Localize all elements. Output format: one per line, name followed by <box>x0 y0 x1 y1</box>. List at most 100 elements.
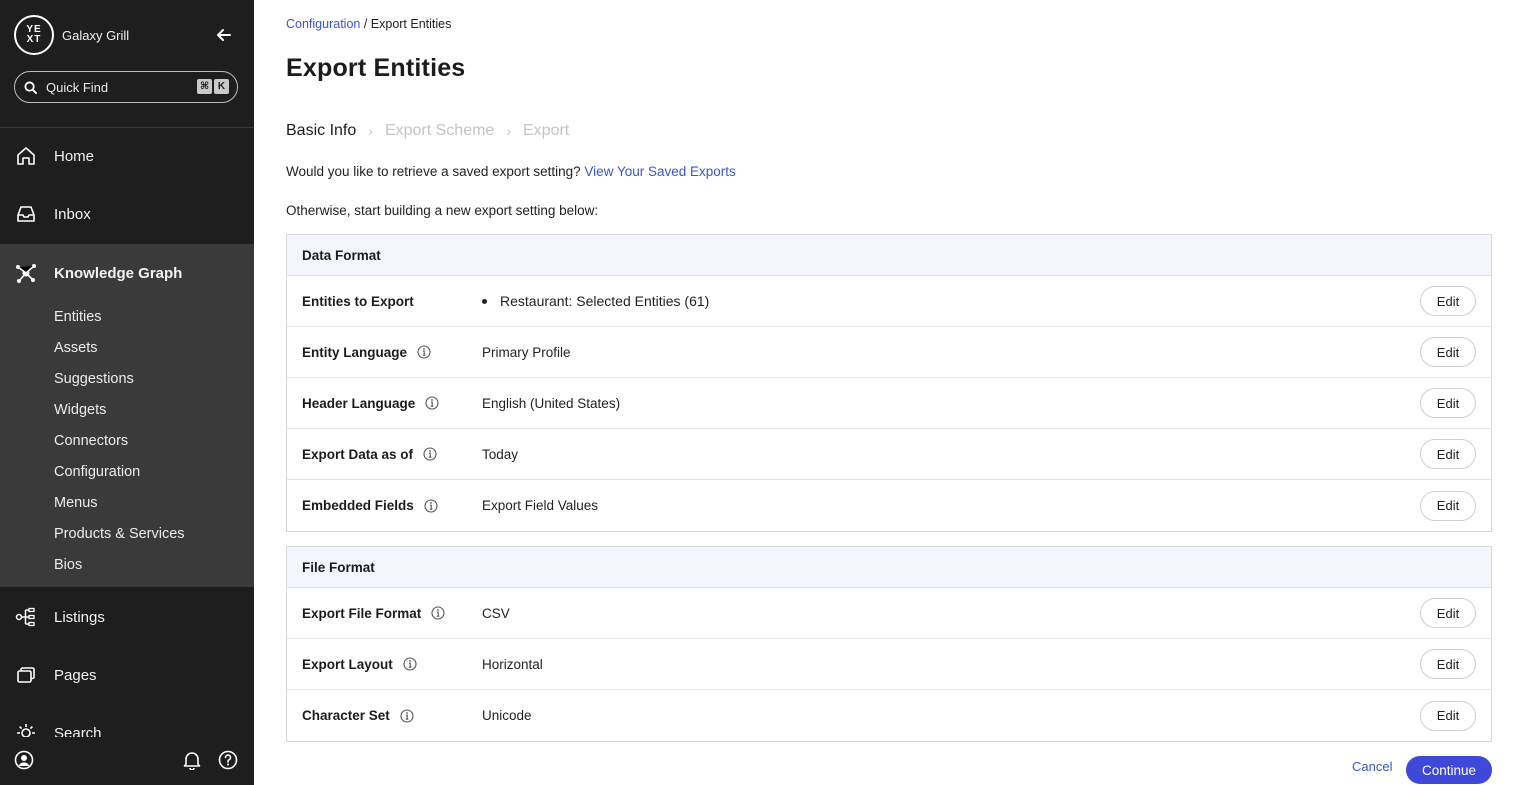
setting-label: Export Layout <box>302 657 417 672</box>
breadcrumb-current: Export Entities <box>370 17 452 31</box>
setting-row: Header Language English (United States) … <box>287 378 1491 429</box>
info-icon[interactable] <box>417 345 431 359</box>
panel-title: File Format <box>287 547 1491 588</box>
info-icon[interactable] <box>400 708 414 723</box>
edit-character-set-button[interactable]: Edit <box>1420 700 1476 731</box>
edit-export-date-button[interactable]: Edit <box>1420 439 1476 469</box>
account-icon[interactable] <box>13 749 35 771</box>
nav-item-listings[interactable]: Listings <box>0 588 254 646</box>
nav-item-pages[interactable]: Pages <box>0 646 254 704</box>
file-format-panel: File Format Export File Format CSV Edit … <box>286 546 1492 742</box>
home-icon <box>15 145 37 167</box>
nav-label-knowledge-graph: Knowledge Graph <box>54 264 183 282</box>
yext-logo[interactable]: YE XT <box>14 15 54 55</box>
setting-value: Restaurant: Selected Entities (61) <box>482 293 709 309</box>
retrieve-text: Would you like to retrieve a saved expor… <box>286 164 585 179</box>
view-saved-exports-link[interactable]: View Your Saved Exports <box>584 164 735 179</box>
setting-label: Embedded Fields <box>302 498 438 513</box>
help-icon[interactable] <box>217 749 239 771</box>
edit-entity-language-button[interactable]: Edit <box>1420 337 1476 367</box>
new-export-prompt: Otherwise, start building a new export s… <box>286 203 599 218</box>
info-icon[interactable] <box>431 606 445 620</box>
setting-label: Export File Format <box>302 606 445 621</box>
setting-value: English (United States) <box>482 395 621 411</box>
setting-row: Export Layout Horizontal Edit <box>287 639 1491 690</box>
nav-item-home[interactable]: Home <box>0 127 254 185</box>
edit-entities-button[interactable]: Edit <box>1420 286 1476 316</box>
nav-label-pages: Pages <box>54 666 97 684</box>
setting-label-text: Export Data as of <box>302 446 414 462</box>
sub-item-widgets[interactable]: Widgets <box>54 400 106 420</box>
setting-label: Character Set <box>302 708 414 723</box>
setting-value: Today <box>482 446 519 462</box>
arrow-left-icon <box>217 29 231 41</box>
setting-label: Entities to Export <box>302 294 414 309</box>
info-icon[interactable] <box>423 447 437 461</box>
setting-row: Entities to Export Restaurant: Selected … <box>287 276 1491 327</box>
sub-item-bios[interactable]: Bios <box>54 555 82 575</box>
edit-embedded-fields-button[interactable]: Edit <box>1420 490 1476 521</box>
setting-label: Export Data as of <box>302 447 437 462</box>
step-basic-info: Basic Info <box>286 122 357 139</box>
nav-label-listings: Listings <box>54 608 105 626</box>
breadcrumb: Configuration / Export Entities <box>286 17 451 31</box>
retrieve-prompt: Would you like to retrieve a saved expor… <box>286 164 736 179</box>
breadcrumb-separator: / <box>360 17 371 31</box>
sub-item-configuration[interactable]: Configuration <box>54 462 140 482</box>
setting-row: Character Set Unicode Edit <box>287 690 1491 741</box>
nav-label-inbox: Inbox <box>54 205 91 223</box>
setting-value: Unicode <box>482 708 532 723</box>
edit-export-layout-button[interactable]: Edit <box>1420 649 1476 679</box>
step-export-scheme: Export Scheme <box>384 122 495 139</box>
setting-row: Export File Format CSV Edit <box>287 588 1491 639</box>
quick-find-input[interactable]: Quick Find ⌘ K <box>14 71 238 103</box>
info-icon[interactable] <box>424 498 438 513</box>
page-title: Export Entities <box>286 54 466 82</box>
setting-label-text: Export File Format <box>302 605 422 621</box>
continue-button[interactable]: Continue <box>1406 756 1492 784</box>
collapse-sidebar-button[interactable] <box>214 25 234 45</box>
shortcut-hint: ⌘ K <box>197 79 229 94</box>
setting-label: Entity Language <box>302 345 431 360</box>
info-icon[interactable] <box>425 396 439 410</box>
command-key: ⌘ <box>197 79 212 94</box>
step-chevron-icon: › <box>368 123 373 139</box>
cancel-link[interactable]: Cancel <box>1352 759 1392 774</box>
quick-find-label: Quick Find <box>46 79 109 95</box>
setting-value: CSV <box>482 605 510 621</box>
sub-item-suggestions[interactable]: Suggestions <box>54 369 134 389</box>
data-format-panel: Data Format Entities to Export Restauran… <box>286 234 1492 532</box>
sub-item-menus[interactable]: Menus <box>54 493 98 513</box>
breadcrumb-configuration-link[interactable]: Configuration <box>286 17 360 31</box>
step-export: Export <box>523 122 570 139</box>
bell-icon[interactable] <box>181 749 203 771</box>
bullet-icon <box>482 298 487 304</box>
search-icon <box>24 80 37 94</box>
setting-value: Primary Profile <box>482 344 571 360</box>
setting-value: Export Field Values <box>482 498 599 513</box>
setting-label: Header Language <box>302 396 439 411</box>
setting-row: Embedded Fields Export Field Values Edit <box>287 480 1491 531</box>
sidebar: YE XT Galaxy Grill Quick Find ⌘ K Home In… <box>0 0 254 785</box>
sub-item-products-services[interactable]: Products & Services <box>54 524 185 544</box>
setting-row: Entity Language Primary Profile Edit <box>287 327 1491 378</box>
nav-item-knowledge-graph[interactable]: Knowledge Graph <box>0 244 254 302</box>
wizard-steps: Basic Info › Export Scheme › Export <box>286 122 569 140</box>
setting-label-text: Header Language <box>302 395 416 411</box>
sub-item-assets[interactable]: Assets <box>54 338 98 358</box>
sub-item-connectors[interactable]: Connectors <box>54 431 128 451</box>
inbox-icon <box>15 203 37 225</box>
edit-file-format-button[interactable]: Edit <box>1420 598 1476 628</box>
setting-label-text: Export Layout <box>302 656 393 672</box>
listings-icon <box>15 606 37 628</box>
edit-header-language-button[interactable]: Edit <box>1420 388 1476 418</box>
pages-icon <box>15 664 37 686</box>
setting-value-text: Restaurant: Selected Entities (61) <box>500 293 710 309</box>
step-chevron-icon: › <box>506 123 511 139</box>
knowledge-graph-icon <box>15 262 37 284</box>
panel-title: Data Format <box>287 235 1491 276</box>
sub-item-entities[interactable]: Entities <box>54 307 102 327</box>
knowledge-graph-section: Knowledge Graph Entities Assets Suggesti… <box>0 244 254 587</box>
nav-item-inbox[interactable]: Inbox <box>0 185 254 243</box>
info-icon[interactable] <box>403 657 417 671</box>
